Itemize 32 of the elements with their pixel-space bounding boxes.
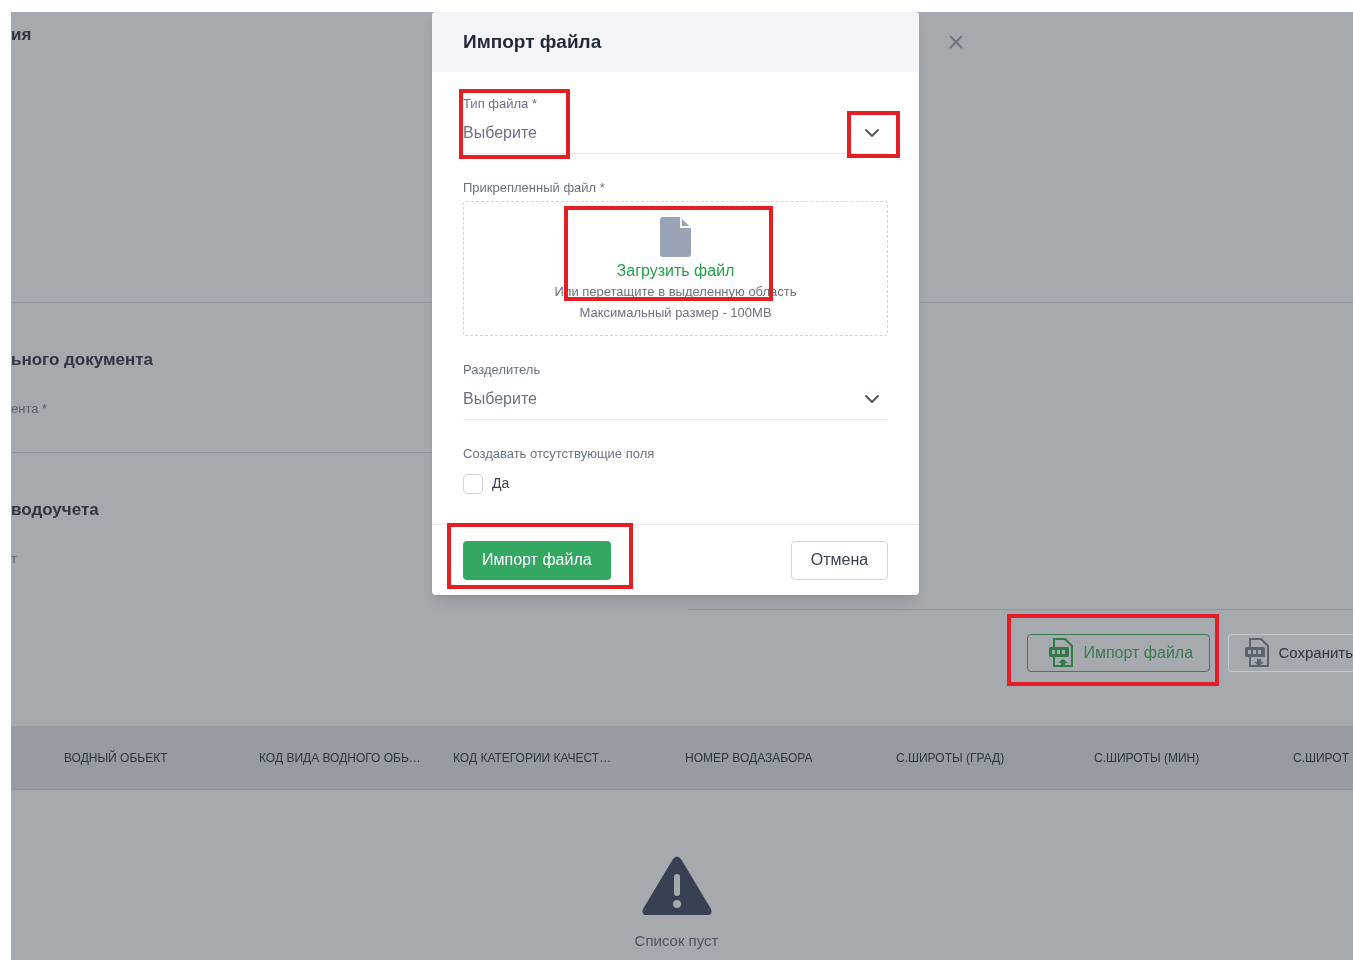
column-header: С.ШИРОТЫ (МИН) (1094, 750, 1200, 765)
field-label: Разделитель (463, 362, 542, 378)
chevron-icon (865, 128, 879, 137)
field-label: Создавать отсутствующие поля (463, 446, 655, 462)
column-header: С.ШИРОТ (1293, 750, 1350, 765)
section-heading: ьного документа (11, 349, 154, 371)
column-header: С.ШИРОТЫ (ГРАД) (896, 750, 1005, 765)
field-label: Тип файла * (463, 96, 538, 112)
field-label: Прикрепленный файл * (463, 180, 605, 196)
warning-icon (641, 856, 712, 916)
field-label: т (11, 549, 17, 568)
cancel-button[interactable]: Отмена (791, 540, 888, 580)
spreadsheet-file-icon (1244, 638, 1271, 668)
import-file-button[interactable]: Импорт файла (463, 540, 611, 580)
field-label: ента * (11, 399, 48, 418)
column-header: ВОДНЫЙ ОБЬЕКТ (64, 750, 168, 765)
chevron-icon (865, 394, 879, 403)
spreadsheet-file-icon (1048, 638, 1075, 668)
page-title: ия (11, 25, 32, 44)
column-header: КОД ВИДА ВОДНОГО ОБЬ… (259, 750, 421, 765)
column-header: НОМЕР ВОДАЗАБОРА (685, 750, 813, 765)
checkbox-label: Да (492, 474, 510, 493)
checkbox[interactable] (463, 473, 483, 494)
max-size-note: Максимальный размер - 100MB (579, 305, 772, 321)
separator-select[interactable]: Выберите (463, 378, 888, 420)
upload-file-link[interactable]: Загрузить файл (616, 261, 735, 281)
save-file-button[interactable]: Сохранить (1228, 634, 1353, 672)
empty-list-message: Список пуст (634, 931, 719, 951)
dialog-title: Импорт файла (463, 29, 602, 54)
column-header: КОД КАТЕГОРИИ КАЧЕСТ… (453, 750, 612, 765)
section-heading: водоучета (11, 499, 99, 521)
file-icon (660, 217, 691, 257)
